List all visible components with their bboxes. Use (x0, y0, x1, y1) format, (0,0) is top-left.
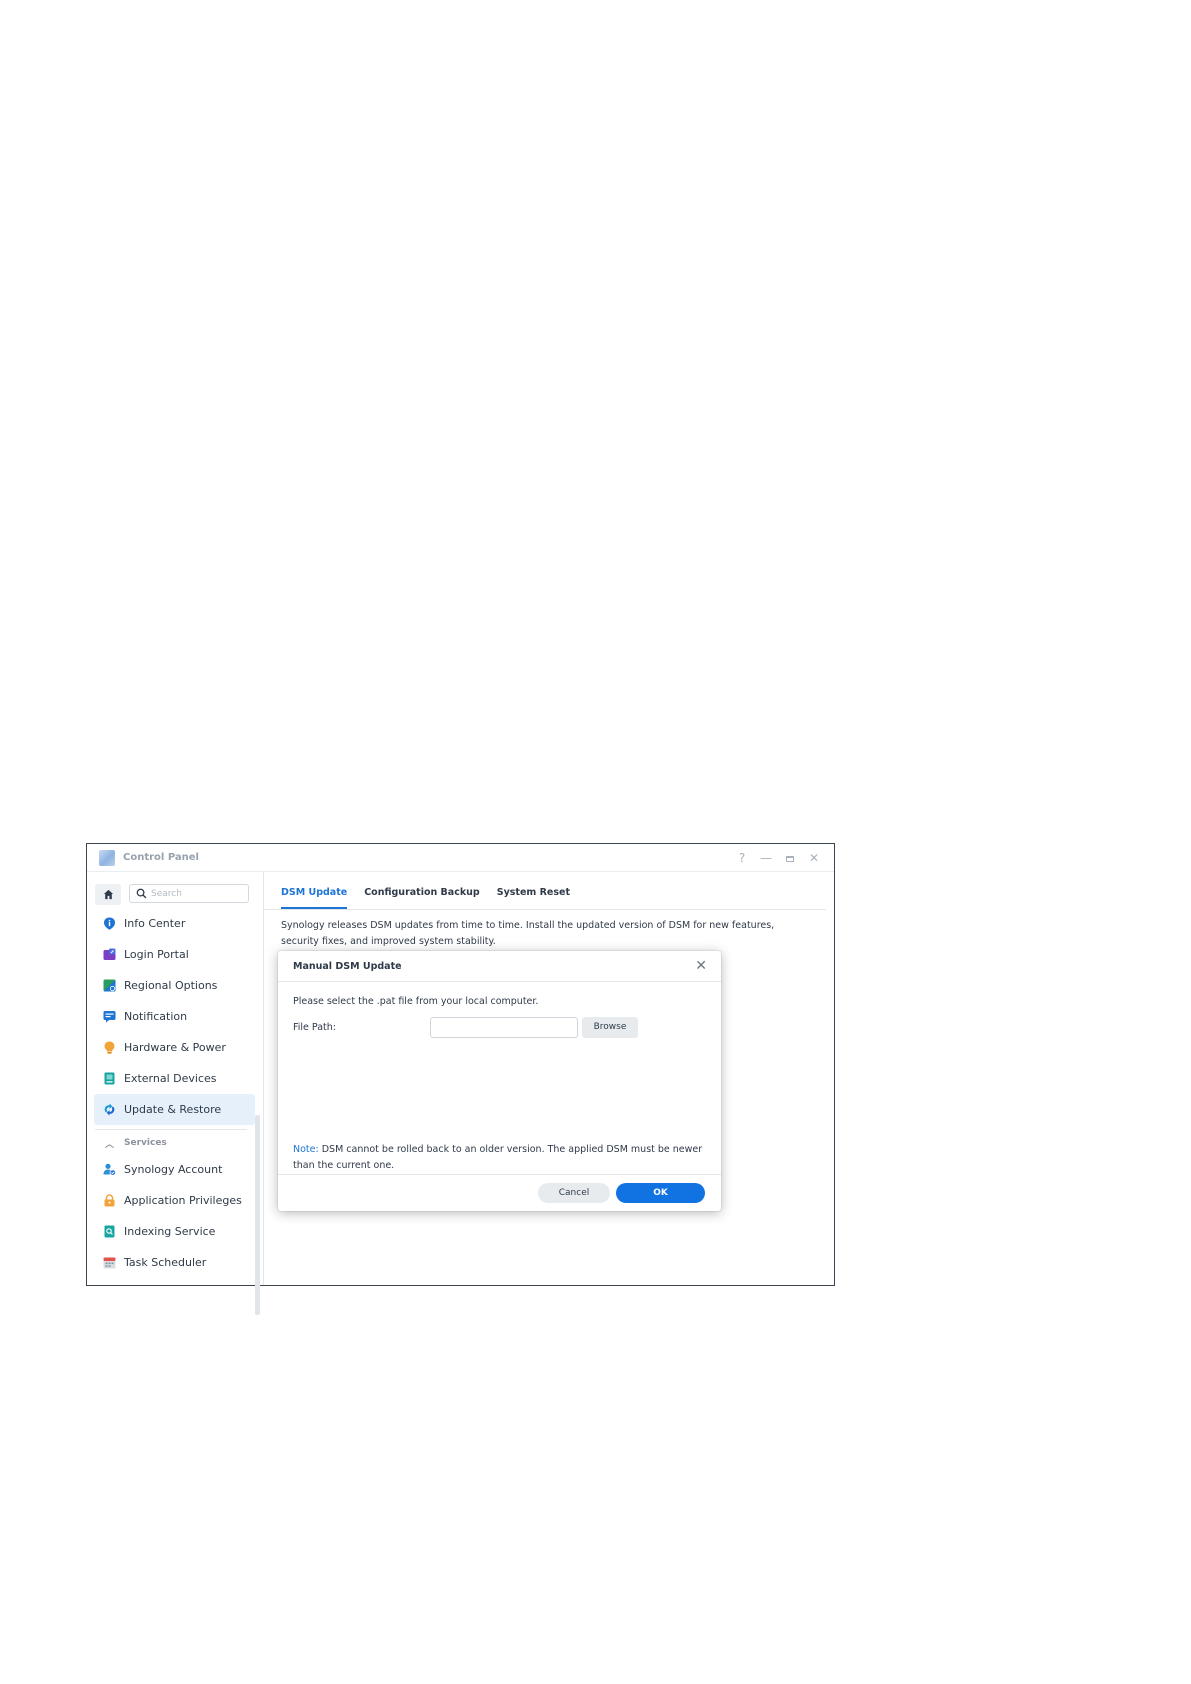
search-icon (136, 888, 147, 899)
tab-dsm-update[interactable]: DSM Update (281, 887, 348, 909)
sidebar-item-label: Task Scheduler (124, 1256, 207, 1269)
sidebar-item-login-portal[interactable]: Login Portal (94, 939, 255, 970)
sidebar-item-notification[interactable]: Notification (94, 1001, 255, 1032)
dialog-note: Note: DSM cannot be rolled back to an ol… (293, 1142, 703, 1173)
sidebar-item-label: Indexing Service (124, 1225, 216, 1238)
cancel-button[interactable]: Cancel (538, 1183, 610, 1203)
update-restore-icon (104, 1103, 115, 1116)
sidebar-item-label: Info Center (124, 917, 186, 930)
sidebar-divider (95, 1129, 247, 1130)
minimize-icon[interactable]: — (754, 851, 778, 865)
notification-icon (103, 1011, 116, 1023)
search-box[interactable] (129, 884, 249, 903)
sidebar-item-label: Notification (124, 1010, 188, 1023)
regional-options-icon (103, 979, 116, 992)
file-path-label: File Path: (293, 1022, 336, 1033)
dialog-title: Manual DSM Update (293, 960, 402, 972)
close-icon[interactable]: ✕ (695, 959, 707, 973)
sidebar-scrollbar[interactable] (255, 1115, 260, 1315)
control-panel-app-icon (99, 849, 115, 866)
calendar-icon (103, 1257, 116, 1269)
note-label: Note: (293, 1144, 319, 1155)
ok-button[interactable]: OK (616, 1183, 705, 1203)
sidebar-item-hardware-power[interactable]: Hardware & Power (94, 1032, 255, 1063)
services-group-header[interactable]: ︿ Services (87, 1132, 255, 1154)
external-devices-icon (104, 1072, 115, 1085)
home-button[interactable] (95, 884, 121, 905)
sidebar-item-label: Hardware & Power (124, 1041, 226, 1054)
sidebar-item-indexing-service[interactable]: Indexing Service (94, 1216, 255, 1247)
help-icon[interactable]: ? (730, 851, 754, 865)
note-text: DSM cannot be rolled back to an older ve… (293, 1144, 703, 1171)
indexing-service-icon (104, 1225, 115, 1238)
sidebar-item-update-restore[interactable]: Update & Restore (94, 1094, 255, 1125)
dialog-body: Please select the .pat file from your lo… (293, 981, 706, 1175)
tab-system-reset[interactable]: System Reset (497, 887, 570, 909)
manual-dsm-update-dialog: Manual DSM Update ✕ Please select the .p… (278, 951, 721, 1211)
sidebar-item-application-privileges[interactable]: Application Privileges (94, 1185, 255, 1216)
chevron-up-icon: ︿ (105, 1139, 115, 1150)
sidebar-item-external-devices[interactable]: External Devices (94, 1063, 255, 1094)
info-icon (104, 917, 115, 930)
lock-icon (104, 1194, 115, 1207)
sidebar-item-label: Login Portal (124, 948, 189, 961)
sidebar-item-regional-options[interactable]: Regional Options (94, 970, 255, 1001)
sidebar-item-label: Regional Options (124, 979, 218, 992)
close-icon[interactable]: ✕ (802, 851, 826, 865)
sidebar-item-label: External Devices (124, 1072, 217, 1085)
login-portal-icon (103, 948, 116, 960)
dialog-instruction: Please select the .pat file from your lo… (293, 996, 539, 1007)
sidebar-item-info-center[interactable]: Info Center (94, 908, 255, 939)
dsm-update-description: Synology releases DSM updates from time … (281, 920, 775, 947)
tab-configuration-backup[interactable]: Configuration Backup (364, 887, 480, 909)
dialog-header: Manual DSM Update ✕ (278, 951, 721, 982)
services-group-label: Services (124, 1138, 167, 1148)
browse-button[interactable]: Browse (582, 1017, 638, 1038)
nav-list: Info Center Login Portal Regional Option… (87, 908, 255, 1278)
dialog-footer: Cancel OK (278, 1174, 721, 1211)
hardware-power-icon (104, 1041, 115, 1054)
window-controls: ? — ✕ (730, 844, 826, 871)
home-icon (103, 889, 113, 900)
tab-bar: DSM Update Configuration Backup System R… (264, 872, 826, 910)
sidebar-item-task-scheduler[interactable]: Task Scheduler (94, 1247, 255, 1278)
sidebar-item-label: Application Privileges (124, 1194, 242, 1207)
sidebar-item-label: Synology Account (124, 1163, 223, 1176)
sidebar-item-synology-account[interactable]: Synology Account (94, 1154, 255, 1185)
file-path-input[interactable] (430, 1017, 578, 1038)
search-input[interactable] (151, 888, 237, 899)
sidebar: Info Center Login Portal Regional Option… (87, 872, 264, 1315)
maximize-icon[interactable] (778, 851, 802, 865)
sidebar-item-label: Update & Restore (124, 1103, 222, 1116)
title-bar: Control Panel ? — ✕ (87, 844, 834, 872)
synology-account-icon (103, 1163, 116, 1176)
window-title: Control Panel (123, 852, 199, 863)
